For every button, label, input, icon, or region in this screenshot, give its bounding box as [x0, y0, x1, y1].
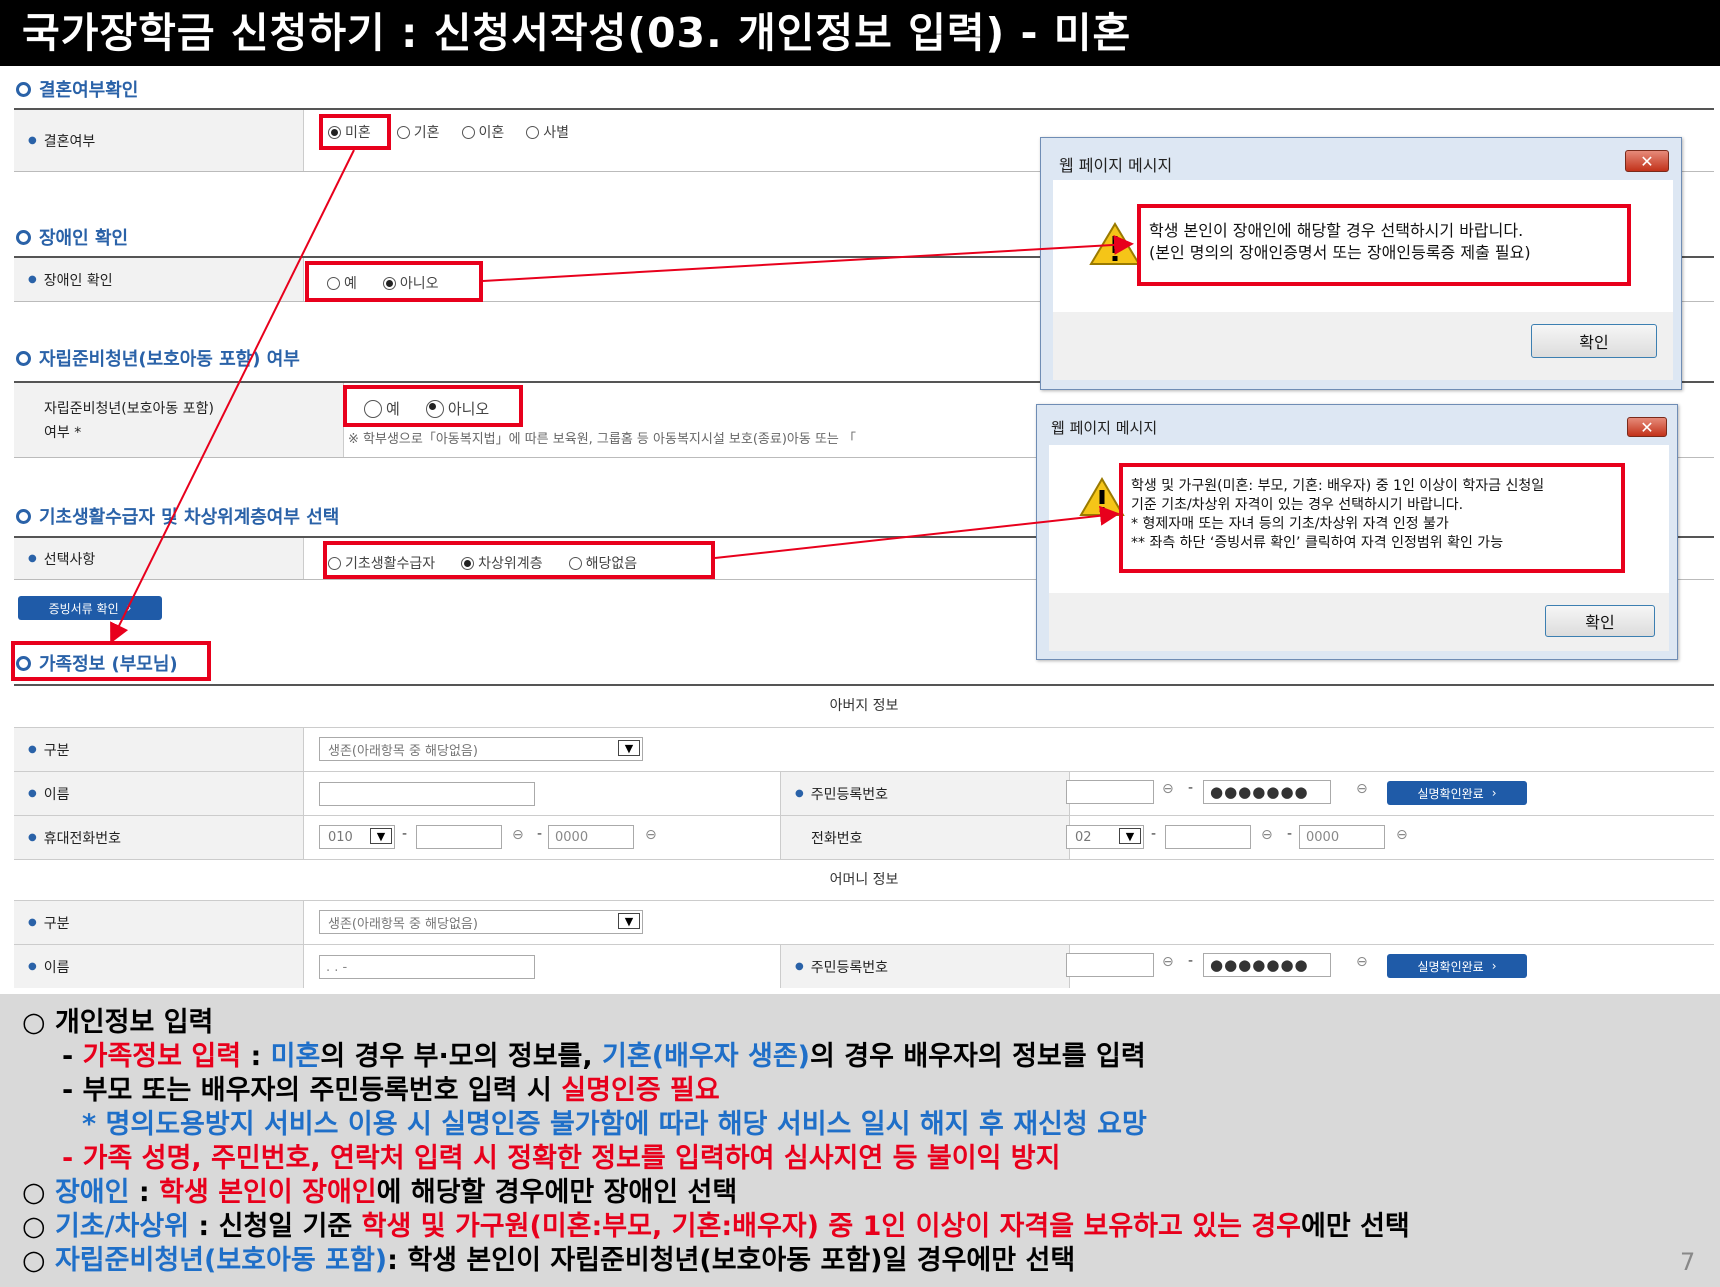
text-span: 의 경우 배우자의 정보를 입력 [810, 1041, 1146, 1072]
text-span: 에만 선택 [1301, 1211, 1410, 1242]
instruction-panel: ○ 개인정보 입력 - 가족정보 입력 : 미혼의 경우 부·모의 정보를, 기… [0, 994, 1720, 1287]
arrow-basic-to-dialog [714, 505, 1120, 559]
arrow-disability-to-dialog [482, 234, 1134, 282]
text-span: ○ [22, 1245, 55, 1276]
text-span: 자립준비청년(보호아동 포함) [54, 1245, 388, 1276]
text-span: : 학생 본인이 자립준비청년(보호아동 포함)일 경우에만 선택 [387, 1245, 1076, 1276]
page-number: 7 [1680, 1248, 1696, 1276]
arrow-single-to-family [110, 149, 355, 644]
instruction-line8: ○ 자립준비청년(보호아동 포함): 학생 본인이 자립준비청년(보호아동 포함… [22, 1238, 1075, 1277]
